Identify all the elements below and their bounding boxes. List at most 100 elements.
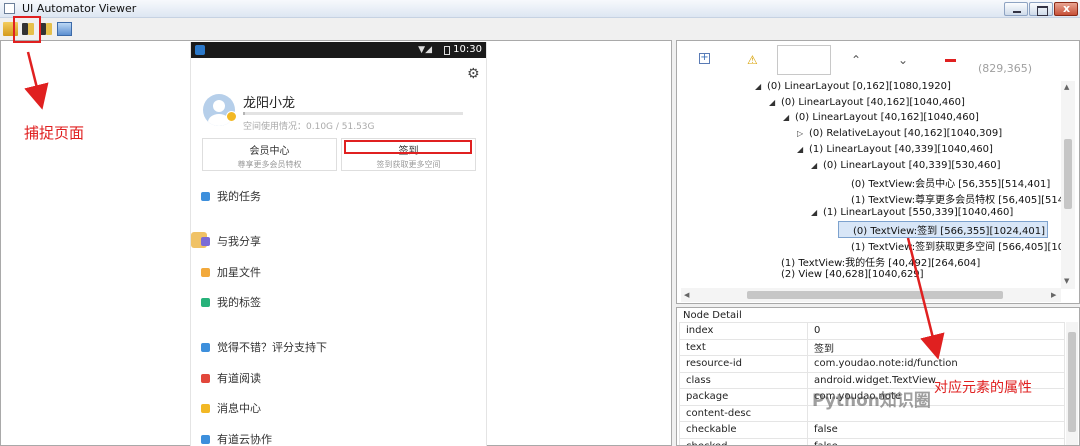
scroll-left-icon[interactable]: ◀ bbox=[684, 291, 689, 299]
menu-label: 加星文件 bbox=[217, 266, 261, 279]
tree-node[interactable]: ◢ (1) LinearLayout [40,339][1040,460] bbox=[797, 144, 993, 155]
menu-shared-with-me[interactable]: 与我分享 bbox=[201, 233, 261, 249]
tree-node[interactable]: ▷ (0) RelativeLayout [40,162][1040,309] bbox=[797, 128, 1002, 139]
tree-toggle-icon[interactable]: ◢ bbox=[797, 145, 809, 154]
tree-node[interactable]: ◢ (0) LinearLayout [0,162][1080,1920] bbox=[755, 81, 951, 92]
tree-toggle-icon[interactable]: ▷ bbox=[797, 129, 809, 138]
detail-scrollbar[interactable] bbox=[1066, 322, 1078, 445]
detail-row[interactable]: text 签到 bbox=[679, 338, 1065, 356]
read-icon bbox=[201, 374, 210, 383]
tree-node-label: (2) View [40,628][1040,629] bbox=[781, 269, 924, 281]
menu-starred-files[interactable]: 加星文件 bbox=[201, 264, 261, 280]
tree-node[interactable]: (1) TextView:我的任务 [40,492][264,604] bbox=[769, 254, 980, 269]
chevron-down-icon[interactable]: ⌄ bbox=[898, 53, 908, 67]
tree-node-label: (1) LinearLayout [550,339][1040,460] bbox=[823, 206, 1014, 218]
menu-label: 与我分享 bbox=[217, 235, 261, 248]
scroll-up-icon[interactable]: ▲ bbox=[1064, 83, 1069, 91]
scroll-thumb[interactable] bbox=[1064, 139, 1072, 209]
notification-icon bbox=[195, 45, 205, 55]
maximize-button[interactable] bbox=[1029, 2, 1053, 16]
scroll-right-icon[interactable]: ▶ bbox=[1051, 291, 1056, 299]
detail-value: false bbox=[807, 421, 1065, 439]
detail-key: text bbox=[679, 338, 808, 356]
menu-rate-app[interactable]: 觉得不错？评分支持下 bbox=[201, 339, 327, 355]
member-center-card[interactable]: 会员中心 尊享更多会员特权 bbox=[202, 138, 337, 171]
menu-my-tasks[interactable]: 我的任务 bbox=[201, 188, 261, 204]
detail-key: package bbox=[679, 388, 808, 406]
detail-value: 0 bbox=[807, 322, 1065, 340]
menu-youdao-read[interactable]: 有道阅读 bbox=[201, 370, 261, 386]
tree-node[interactable]: (1) TextView:尊享更多会员特权 [56,405][514,444] bbox=[839, 191, 1063, 206]
tree-node[interactable]: (2) View [40,628][1040,629] bbox=[769, 269, 924, 280]
tree-horizontal-scrollbar[interactable]: ◀ ▶ bbox=[681, 288, 1061, 302]
detail-key: checked bbox=[679, 437, 808, 445]
scroll-down-icon[interactable]: ▼ bbox=[1064, 277, 1069, 285]
tree-node[interactable]: ◢ (0) LinearLayout [40,162][1040,460] bbox=[769, 97, 965, 108]
tree-node-label: (1) TextView:我的任务 [40,492][264,604] bbox=[781, 257, 981, 269]
storage-progress bbox=[243, 112, 463, 115]
app-icon bbox=[4, 3, 15, 14]
settings-gear-icon[interactable]: ⚙ bbox=[467, 66, 480, 82]
battery-icon bbox=[444, 46, 450, 55]
tree-toggle-icon[interactable]: ◢ bbox=[755, 82, 767, 91]
member-center-label: 会员中心 bbox=[249, 146, 290, 157]
search-input[interactable] bbox=[777, 45, 831, 75]
tree-toggle-icon[interactable]: ◢ bbox=[783, 113, 795, 122]
tree-node[interactable]: (0) TextView:会员中心 [56,355][514,401] bbox=[839, 175, 1050, 190]
tree-vertical-scrollbar[interactable]: ▲ ▼ bbox=[1061, 81, 1075, 289]
menu-message-center[interactable]: 消息中心 bbox=[201, 400, 261, 416]
hierarchy-toolbar: + ⚠ ⌃ ⌄ (829,365) bbox=[677, 41, 1079, 81]
chevron-up-icon[interactable]: ⌃ bbox=[851, 53, 861, 67]
detail-row[interactable]: index 0 bbox=[679, 322, 1065, 340]
detail-key: index bbox=[679, 322, 808, 340]
hierarchy-tree[interactable]: ◢ (0) LinearLayout [0,162][1080,1920] ◢ (0)… bbox=[681, 81, 1063, 289]
tree-node-label: (0) LinearLayout [40,162][1040,460] bbox=[795, 112, 979, 124]
property-annotation: 对应元素的属性 bbox=[934, 380, 1032, 396]
scroll-thumb[interactable] bbox=[747, 291, 1003, 299]
detail-value: com.youdao.note:id/function bbox=[807, 355, 1065, 373]
member-center-sub: 尊享更多会员特权 bbox=[237, 160, 302, 169]
expand-all-icon[interactable]: + bbox=[699, 53, 710, 64]
window-titlebar: UI Automator Viewer bbox=[0, 0, 1080, 18]
cursor-coordinates: (829,365) bbox=[978, 62, 1033, 75]
tree-node[interactable]: ◢ (0) LinearLayout [40,339][530,460] bbox=[811, 160, 1001, 171]
tree-toggle-icon[interactable]: ◢ bbox=[769, 98, 781, 107]
minimize-button[interactable] bbox=[1004, 2, 1028, 16]
save-icon[interactable] bbox=[57, 22, 72, 36]
username: 龙阳小龙 bbox=[243, 96, 296, 111]
tree-node-label: (0) RelativeLayout [40,162][1040,309] bbox=[809, 128, 1003, 140]
detail-row[interactable]: resource-id com.youdao.note:id/function bbox=[679, 355, 1065, 373]
detail-row[interactable]: checkedfalse bbox=[679, 437, 1065, 445]
menu-label: 我的任务 bbox=[217, 190, 261, 203]
warning-icon[interactable]: ⚠ bbox=[747, 53, 758, 67]
menu-label: 有道阅读 bbox=[217, 372, 261, 385]
tree-node[interactable]: ◢ (1) LinearLayout [550,339][1040,460] bbox=[811, 207, 1013, 218]
tree-node-label: (1) LinearLayout [40,339][1040,460] bbox=[809, 143, 993, 155]
capture-highlight-box bbox=[13, 16, 41, 43]
signin-sub: 签到获取更多空间 bbox=[376, 160, 441, 169]
tree-node[interactable]: (1) TextView:签到获取更多空间 [566,405][1024,44 bbox=[839, 238, 1063, 253]
clear-search-icon[interactable] bbox=[945, 59, 956, 62]
scroll-thumb[interactable] bbox=[1068, 332, 1076, 432]
menu-label: 消息中心 bbox=[217, 402, 261, 415]
tree-node-label: (0) LinearLayout [40,339][530,460] bbox=[823, 159, 1001, 171]
device-screenshot-compressed-icon[interactable] bbox=[39, 22, 54, 36]
device-screenshot[interactable]: ▼◢ 10:30 ⚙ 龙阳小龙 空间使用情况：0.10G / 51.53G 会员… bbox=[190, 42, 487, 446]
tree-toggle-icon[interactable]: ◢ bbox=[811, 161, 823, 170]
menu-my-tags[interactable]: 我的标签 bbox=[201, 294, 261, 310]
tree-node[interactable]: ◢ (0) LinearLayout [40,162][1040,460] bbox=[783, 112, 979, 123]
detail-value: false bbox=[807, 437, 1065, 445]
share-icon bbox=[201, 237, 210, 246]
tree-toggle-icon[interactable]: ◢ bbox=[811, 208, 823, 217]
storage-text: 空间使用情况：0.10G / 51.53G bbox=[243, 122, 375, 132]
detail-key: content-desc bbox=[679, 404, 808, 422]
status-bar: ▼◢ 10:30 bbox=[191, 42, 486, 58]
detail-row[interactable]: checkable false bbox=[679, 421, 1065, 439]
tree-node-label: (0) LinearLayout [0,162][1080,1920] bbox=[767, 81, 951, 92]
menu-label: 有道云协作 bbox=[217, 433, 272, 446]
tree-node-label: (0) TextView:会员中心 [56,355][514,401] bbox=[851, 179, 1051, 191]
detail-key: class bbox=[679, 371, 808, 389]
tree-node[interactable]: (0) TextView:签到 [566,355][1024,401] bbox=[838, 221, 1048, 239]
menu-cloud-collab[interactable]: 有道云协作 bbox=[201, 431, 272, 446]
close-button[interactable] bbox=[1054, 2, 1078, 16]
